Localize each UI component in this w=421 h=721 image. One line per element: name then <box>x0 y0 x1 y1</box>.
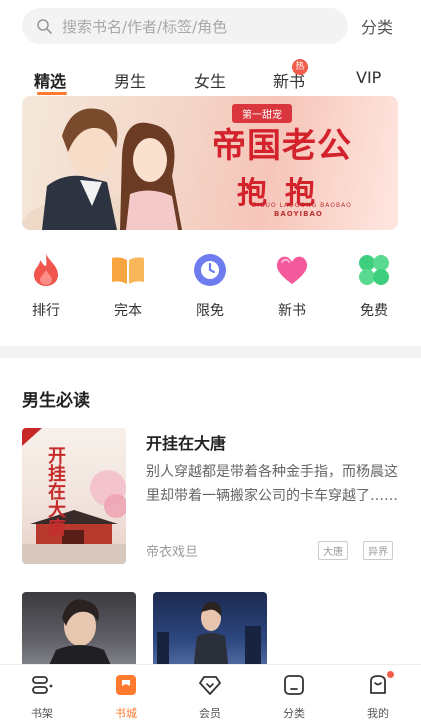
book-cover[interactable] <box>22 592 136 672</box>
clover-icon <box>359 255 389 285</box>
category-link[interactable]: 分类 <box>361 14 393 38</box>
tab-male[interactable]: 男生 <box>114 68 146 92</box>
nav-profile[interactable]: 我的 <box>350 671 406 721</box>
quick-link-label: 新书 <box>278 303 306 319</box>
cover-man-illustration <box>46 599 114 672</box>
tab-featured[interactable]: 精选 <box>34 68 66 92</box>
profile-icon <box>370 675 386 694</box>
nav-label: 书城 <box>115 707 137 720</box>
book-cover[interactable] <box>153 592 267 672</box>
category-icon <box>284 675 304 695</box>
cover-palace-illustration <box>22 428 126 564</box>
quick-link-new-books[interactable]: 新书 <box>262 252 322 320</box>
quick-link-free[interactable]: 免费 <box>344 252 404 320</box>
nav-membership[interactable]: 会员 <box>182 673 238 721</box>
book-author: 帝衣戏旦 <box>146 545 199 560</box>
banner-author: BAOYIBAO <box>274 210 323 218</box>
nav-label: 我的 <box>367 707 389 720</box>
book-cover[interactable]: 开挂在大唐 <box>22 428 126 564</box>
hot-badge: 热 <box>292 59 308 75</box>
banner-characters-illustration <box>22 108 182 230</box>
bookstore-icon <box>116 675 136 695</box>
book-title[interactable]: 开挂在大唐 <box>146 430 226 454</box>
quick-link-label: 限免 <box>196 303 224 319</box>
nav-bookstore[interactable]: 书城 <box>98 673 154 721</box>
search-icon <box>37 19 52 34</box>
notification-dot <box>387 671 394 678</box>
cover-night-city-illustration <box>157 601 261 672</box>
book-description: 别人穿越都是带着各种金手指，而杨晨这里却带着一辆搬家公司的卡车穿越了…… <box>146 464 398 504</box>
clock-icon <box>194 254 226 286</box>
search-placeholder: 搜索书名/作者/标签/角色 <box>62 17 228 36</box>
quick-link-completed[interactable]: 完本 <box>98 252 158 320</box>
quick-link-label: 排行 <box>32 303 60 319</box>
bookshelf-icon <box>32 676 53 694</box>
quick-link-label: 免费 <box>360 303 388 319</box>
cover-title: 开挂在大唐 <box>45 446 66 536</box>
nav-categories[interactable]: 分类 <box>266 673 322 721</box>
nav-label: 会员 <box>199 707 221 720</box>
category-tabs: 精选 男生 女生 新书 热 VIP <box>0 59 421 98</box>
banner-title: 帝国老公 <box>212 126 352 166</box>
section-divider <box>0 346 421 358</box>
nav-label: 书架 <box>31 707 53 720</box>
banner-subtitle: ZIGUO LAOGONG BAOBAO <box>252 202 352 209</box>
quick-link-ranking[interactable]: 排行 <box>16 252 76 320</box>
quick-link-limited-free[interactable]: 限免 <box>180 252 240 320</box>
active-tab-indicator <box>37 92 67 95</box>
tab-female[interactable]: 女生 <box>194 68 226 92</box>
quick-link-label: 完本 <box>114 303 142 319</box>
book-tag: 异界 <box>363 541 393 560</box>
nav-bookshelf[interactable]: 书架 <box>14 673 70 721</box>
search-bar[interactable]: 搜索书名/作者/标签/角色 <box>22 8 348 44</box>
flame-icon <box>34 254 58 286</box>
section-title: 男生必读 <box>22 391 90 411</box>
bottom-nav: 书架 书城 会员 分类 我的 <box>0 664 421 721</box>
promo-banner[interactable]: 第一甜宠 帝国老公 抱抱 ZIGUO LAOGONG BAOBAO BAOYIB… <box>22 96 398 230</box>
nav-label: 分类 <box>283 707 305 720</box>
diamond-icon <box>199 676 221 695</box>
open-book-icon <box>112 257 144 284</box>
heart-icon <box>276 256 308 284</box>
tab-vip[interactable]: VIP <box>356 68 381 87</box>
book-tag: 大唐 <box>318 541 348 560</box>
